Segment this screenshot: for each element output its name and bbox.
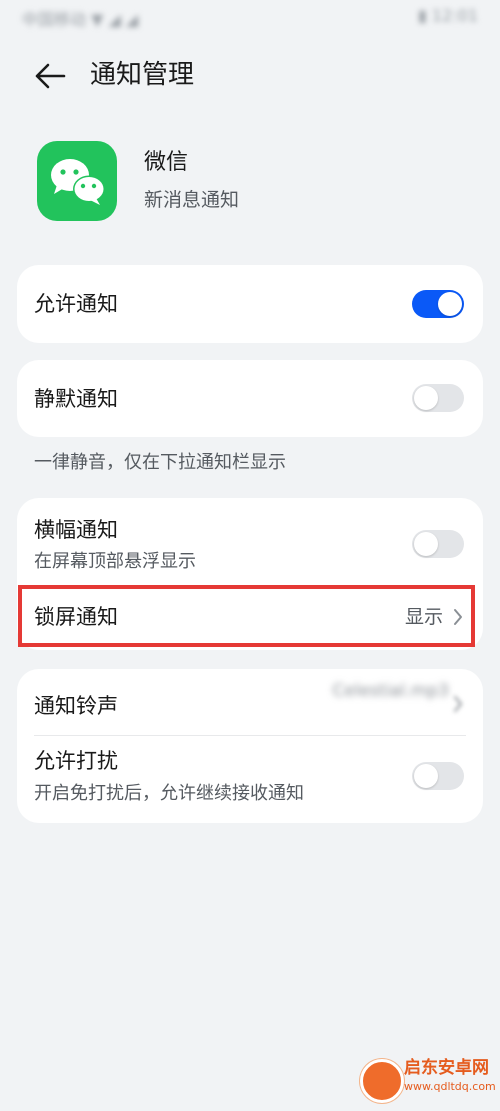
notification-ringtone-value: Celestial.mp3 xyxy=(332,681,449,701)
allow-notifications-toggle[interactable] xyxy=(412,290,464,318)
row-divider xyxy=(34,735,466,736)
toggle-knob xyxy=(414,764,438,788)
wechat-icon xyxy=(37,141,117,221)
highlight-annotation-box xyxy=(18,585,475,647)
watermark-logo-icon xyxy=(360,1059,404,1103)
silent-notifications-toggle[interactable] xyxy=(412,384,464,412)
allow-interruptions-subtitle: 开启免打扰后，允许继续接收通知 xyxy=(34,783,304,804)
app-name: 微信 xyxy=(144,150,189,175)
silent-notifications-label: 静默通知 xyxy=(34,387,118,411)
silent-notifications-note: 一律静音，仅在下拉通知栏显示 xyxy=(34,452,286,473)
ringtone-interruptions-card: 通知铃声 Celestial.mp3 允许打扰 开启免打扰后，允许继续接收通知 xyxy=(17,669,483,823)
notification-ringtone-row[interactable]: 通知铃声 Celestial.mp3 xyxy=(17,669,483,735)
toggle-knob xyxy=(414,532,438,556)
status-bar: 中国移动 ▼ ◢ ◢ ▮ 12:01 xyxy=(0,0,500,34)
silent-notifications-card: 静默通知 xyxy=(17,360,483,437)
notification-ringtone-label: 通知铃声 xyxy=(34,694,118,718)
status-carrier: 中国移动 ▼ ◢ ◢ xyxy=(22,10,139,29)
allow-interruptions-label: 允许打扰 xyxy=(34,749,118,773)
watermark: 启东安卓网 www.qdltdq.com xyxy=(360,1055,496,1103)
page-title: 通知管理 xyxy=(90,60,195,90)
back-arrow-icon[interactable] xyxy=(34,62,66,90)
app-subtitle: 新消息通知 xyxy=(144,189,240,211)
toggle-knob xyxy=(438,292,462,316)
allow-interruptions-toggle[interactable] xyxy=(412,762,464,790)
toggle-knob xyxy=(414,386,438,410)
allow-notifications-label: 允许通知 xyxy=(34,292,118,316)
banner-notifications-label: 横幅通知 xyxy=(34,518,118,542)
status-time: ▮ 12:01 xyxy=(418,6,478,25)
allow-notifications-card: 允许通知 xyxy=(17,265,483,343)
banner-notifications-toggle[interactable] xyxy=(412,530,464,558)
watermark-title: 启东安卓网 xyxy=(404,1058,489,1078)
watermark-url: www.qdltdq.com xyxy=(404,1080,496,1093)
banner-notifications-subtitle: 在屏幕顶部悬浮显示 xyxy=(34,551,196,572)
chevron-right-icon xyxy=(453,695,463,713)
